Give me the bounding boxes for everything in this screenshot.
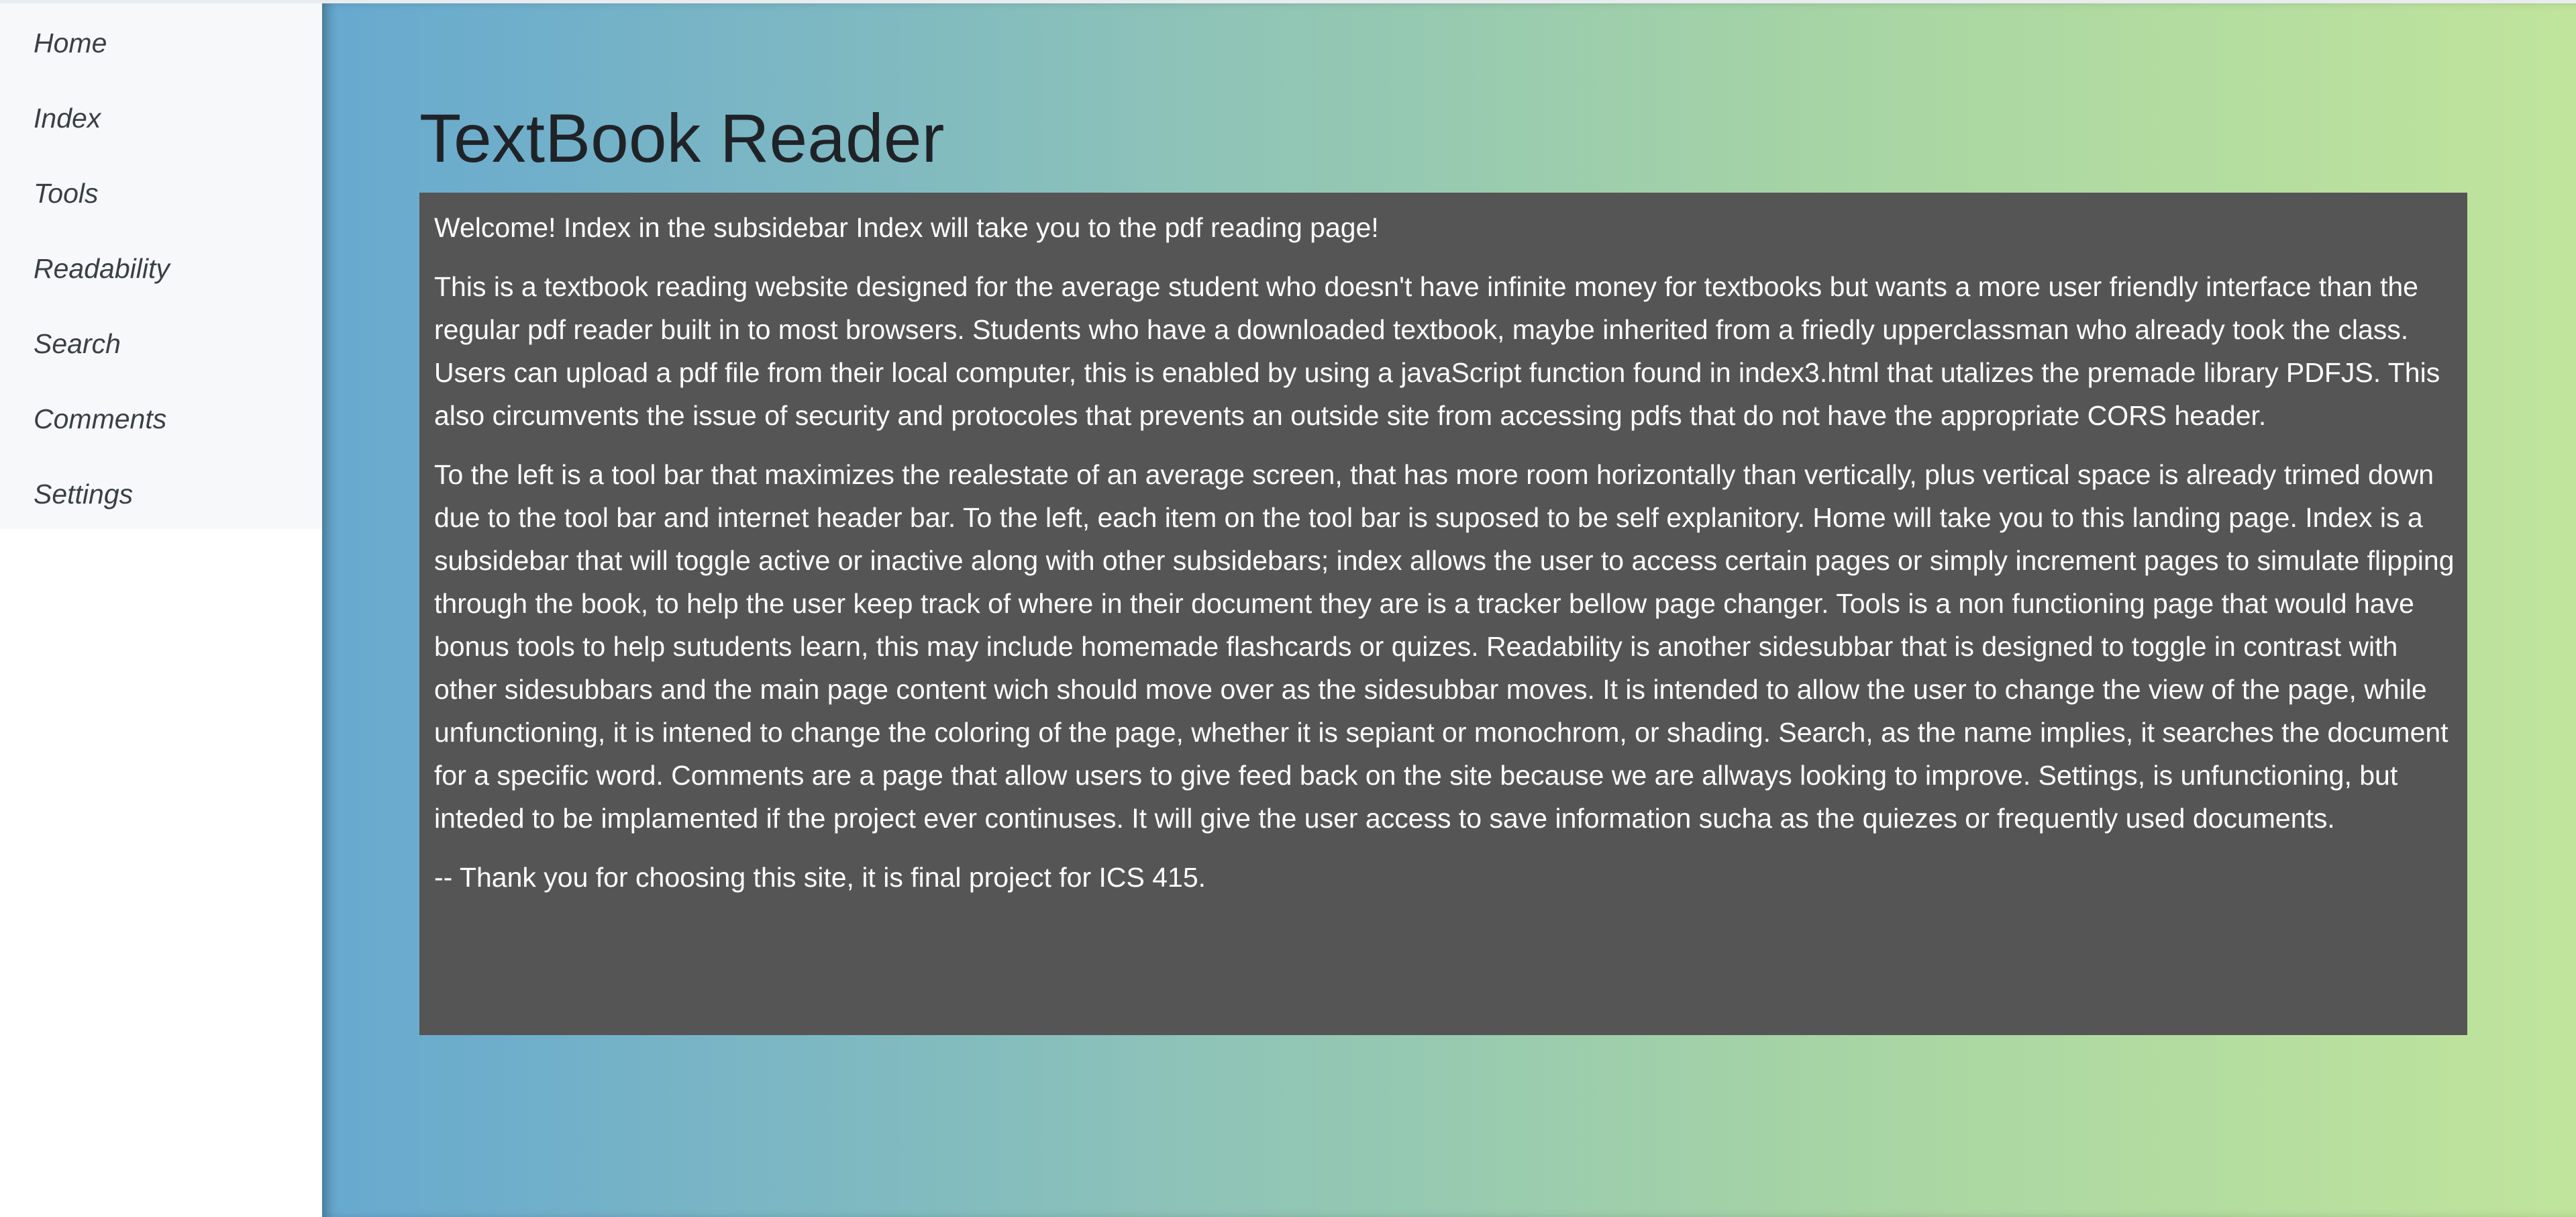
sidebar-item-label: Home xyxy=(34,28,107,59)
sidebar-item-label: Index xyxy=(34,103,101,134)
sidebar-item-label: Settings xyxy=(34,479,134,510)
intro-text-box: Welcome! Index in the subsidebar Index w… xyxy=(419,193,2467,1035)
sidebar-item-tools[interactable]: Tools xyxy=(0,154,322,229)
sidebar-item-label: Tools xyxy=(34,178,99,209)
sidebar: Home Index Tools Readability Search Comm… xyxy=(0,3,322,529)
welcome-paragraph: Welcome! Index in the subsidebar Index w… xyxy=(434,212,1379,243)
sidebar-item-label: Readability xyxy=(34,253,170,285)
sidebar-item-label: Comments xyxy=(34,403,167,435)
sidebar-item-search[interactable]: Search xyxy=(0,304,322,379)
description-paragraph: This is a textbook reading website desig… xyxy=(434,271,2440,431)
sidebar-item-home[interactable]: Home xyxy=(0,3,322,79)
toolbar-explanation-paragraph: To the left is a tool bar that maximizes… xyxy=(434,459,2455,834)
thank-you-paragraph: -- Thank you for choosing this site, it … xyxy=(434,862,1206,893)
main-content: TextBook Reader Welcome! Index in the su… xyxy=(322,3,2576,1217)
sidebar-item-index[interactable]: Index xyxy=(0,79,322,154)
sidebar-item-settings[interactable]: Settings xyxy=(0,454,322,530)
sidebar-item-label: Search xyxy=(34,328,121,360)
sidebar-item-readability[interactable]: Readability xyxy=(0,229,322,304)
page-title: TextBook Reader xyxy=(419,100,945,177)
sidebar-item-comments[interactable]: Comments xyxy=(0,379,322,454)
